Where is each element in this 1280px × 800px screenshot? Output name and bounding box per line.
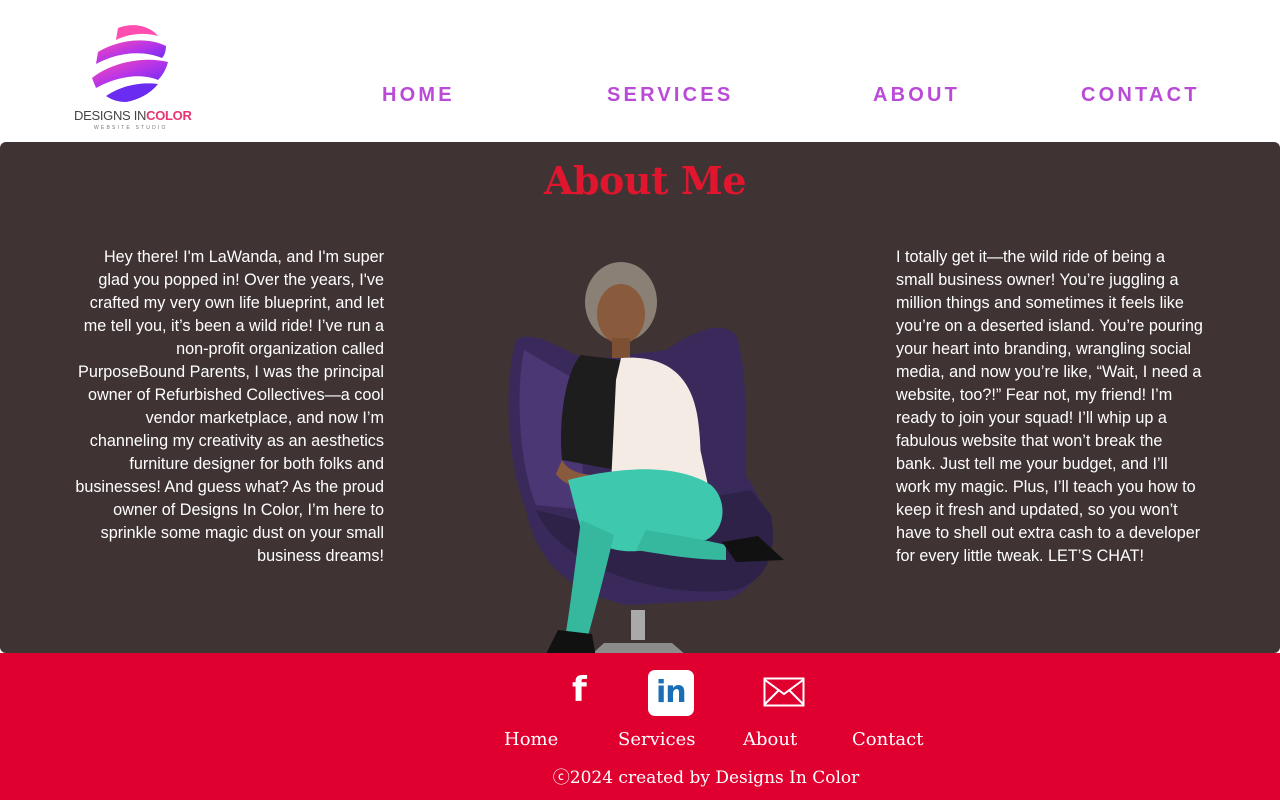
site-header: DESIGNS INCOLOR WEBSITE STUDIO HOME SERV… <box>0 0 1280 142</box>
linkedin-glyph: in <box>656 675 687 710</box>
about-section: About Me Hey there! I'm LaWanda, and I'm… <box>0 142 1280 658</box>
logo-wordmark-part1: DESIGNS IN <box>74 108 147 123</box>
linkedin-icon[interactable]: in <box>648 670 694 716</box>
bio-left-text: Hey there! I'm LaWanda, and I'm super gl… <box>75 248 384 565</box>
footer-link-services[interactable]: Services <box>618 729 695 750</box>
nav-services[interactable]: SERVICES <box>607 84 733 107</box>
logo-wordmark: DESIGNS INCOLOR <box>74 108 192 123</box>
striped-globe-icon <box>92 25 168 102</box>
nav-about[interactable]: ABOUT <box>873 84 960 107</box>
facebook-icon[interactable]: f <box>572 673 587 707</box>
copyright-text: ⓒ2024 created by Designs In Color <box>552 768 860 788</box>
nav-contact[interactable]: CONTACT <box>1081 84 1200 107</box>
footer-link-about[interactable]: About <box>743 729 797 750</box>
about-title: About Me <box>543 158 747 203</box>
nav-home[interactable]: HOME <box>382 84 455 107</box>
footer-link-contact[interactable]: Contact <box>852 729 923 750</box>
site-footer: f in Home Services About Contact ⓒ2024 c… <box>0 653 1280 800</box>
site-logo[interactable]: DESIGNS INCOLOR WEBSITE STUDIO <box>70 22 200 134</box>
bio-right-text: I totally get it—the wild ride of being … <box>896 248 1203 565</box>
logo-wordmark-part2: COLOR <box>146 108 192 123</box>
email-icon[interactable] <box>763 677 805 707</box>
footer-link-home[interactable]: Home <box>504 729 558 750</box>
portrait-image <box>508 262 784 658</box>
logo-tagline: WEBSITE STUDIO <box>94 125 168 131</box>
